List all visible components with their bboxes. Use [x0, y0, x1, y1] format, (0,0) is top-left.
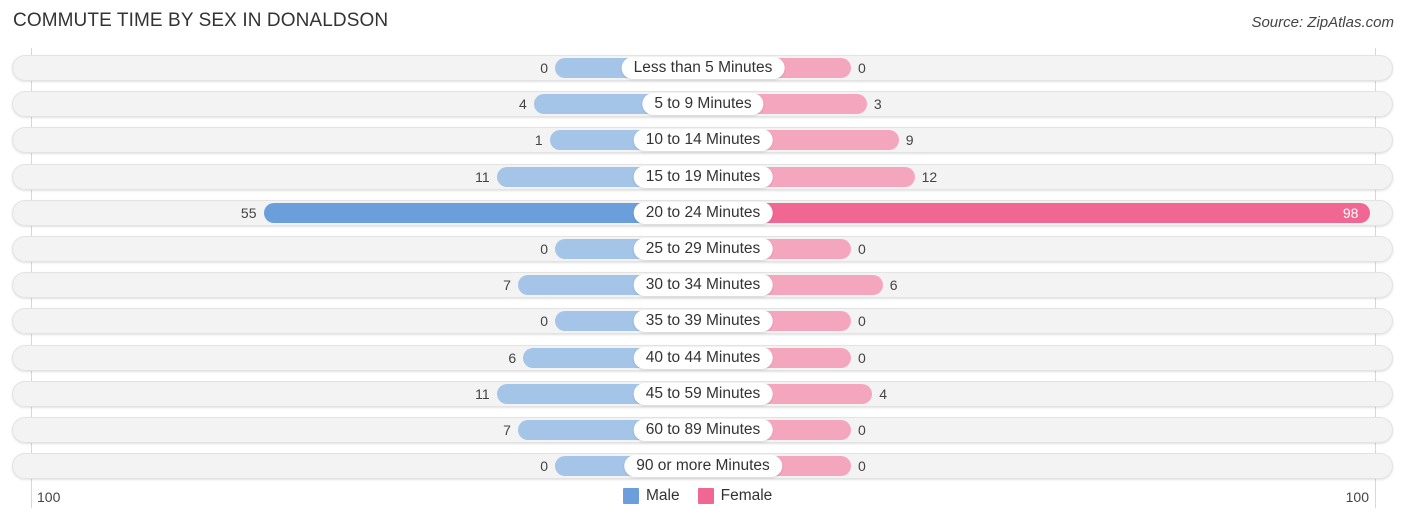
value-label-male: 0: [540, 313, 548, 329]
category-label: 45 to 59 Minutes: [633, 383, 773, 405]
source-label: Source: ZipAtlas.com: [1251, 14, 1394, 31]
axis-tick-right: 100: [1345, 489, 1369, 505]
category-label: 90 or more Minutes: [624, 455, 782, 477]
value-label-male: 0: [540, 241, 548, 257]
category-label: 35 to 39 Minutes: [633, 310, 773, 332]
legend-label-male: Male: [646, 487, 680, 504]
value-label-female: 0: [858, 458, 866, 474]
legend-label-female: Female: [720, 487, 773, 504]
value-label-female: 0: [858, 350, 866, 366]
category-label: 20 to 24 Minutes: [633, 202, 773, 224]
value-label-male: 0: [540, 60, 548, 76]
category-label: 10 to 14 Minutes: [633, 129, 773, 151]
value-label-female: 9: [905, 132, 914, 148]
value-label-male: 11: [475, 386, 490, 402]
value-label-female: 3: [873, 96, 882, 112]
category-label: Less than 5 Minutes: [621, 57, 785, 79]
legend: Male Female: [623, 487, 790, 505]
value-label-female: 6: [889, 277, 898, 293]
legend-item-male: Male: [623, 487, 680, 505]
value-label-female: 0: [858, 241, 866, 257]
value-label-male: 55: [240, 205, 257, 221]
value-label-female: 98: [1342, 205, 1359, 221]
value-label-male: 6: [508, 350, 517, 366]
value-label-male: 1: [534, 132, 543, 148]
bar-female[interactable]: [703, 203, 1371, 223]
category-label: 15 to 19 Minutes: [633, 166, 773, 188]
legend-item-female: Female: [697, 487, 773, 505]
category-label: 5 to 9 Minutes: [642, 93, 764, 115]
category-label: 25 to 29 Minutes: [633, 238, 773, 260]
value-label-male: 11: [475, 169, 490, 185]
value-label-female: 0: [858, 313, 866, 329]
value-label-male: 0: [540, 458, 548, 474]
value-label-male: 4: [519, 96, 527, 112]
chart-title: COMMUTE TIME BY SEX IN DONALDSON: [13, 10, 389, 31]
value-label-male: 7: [503, 277, 511, 293]
legend-swatch-female: [697, 488, 714, 504]
axis-tick-left: 100: [37, 489, 61, 505]
legend-swatch-male: [623, 488, 639, 504]
value-label-female: 0: [858, 60, 866, 76]
category-label: 60 to 89 Minutes: [633, 419, 773, 441]
value-label-female: 12: [921, 169, 938, 185]
category-label: 30 to 34 Minutes: [633, 274, 773, 296]
value-label-male: 7: [503, 422, 511, 438]
value-label-female: 0: [858, 422, 866, 438]
category-label: 40 to 44 Minutes: [633, 347, 773, 369]
value-label-female: 4: [879, 386, 887, 402]
